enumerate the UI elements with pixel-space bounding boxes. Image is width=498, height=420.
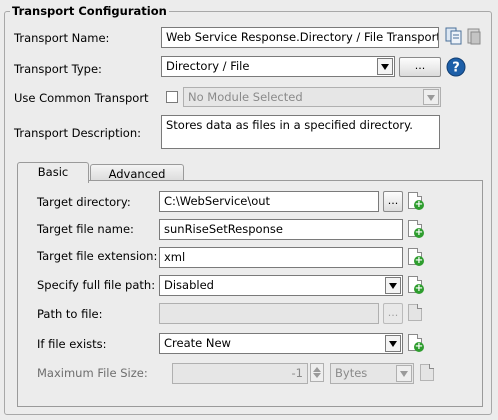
copy-icon[interactable] [445, 27, 463, 45]
paste-icon[interactable] [465, 27, 483, 45]
add-document-icon [408, 304, 422, 321]
add-document-icon [420, 364, 434, 381]
use-common-transport-checkbox[interactable] [166, 91, 178, 103]
common-transport-value: No Module Selected [188, 90, 303, 104]
target-directory-input[interactable]: C:\WebService\out [159, 191, 379, 212]
chevron-down-icon[interactable] [385, 335, 401, 352]
spinner-up-icon [313, 367, 321, 372]
target-file-extension-input[interactable]: xml [159, 247, 403, 268]
section-title: Transport Configuration [10, 4, 169, 18]
if-file-exists-label: If file exists: [37, 337, 107, 351]
if-file-exists-select[interactable]: Create New [159, 333, 403, 354]
target-file-name-input[interactable]: sunRiseSetResponse [159, 219, 403, 240]
chevron-down-icon[interactable] [377, 58, 393, 75]
common-transport-select: No Module Selected [183, 87, 441, 107]
path-to-file-input [159, 303, 379, 324]
transport-description-textarea[interactable]: Stores data as files in a specified dire… [161, 115, 440, 149]
transport-type-value: Directory / File [166, 59, 250, 73]
help-icon[interactable]: ? [446, 57, 466, 77]
path-to-file-label: Path to file: [37, 307, 103, 321]
chevron-down-icon[interactable] [385, 277, 401, 294]
chevron-down-icon [396, 365, 412, 382]
maximum-file-size-unit-value: Bytes [335, 366, 368, 380]
maximum-file-size-spinner [310, 363, 324, 382]
tab-basic[interactable]: Basic [17, 162, 89, 183]
maximum-file-size-input: -1 [172, 363, 308, 384]
target-directory-label: Target directory: [37, 195, 131, 209]
transport-type-select[interactable]: Directory / File [161, 56, 395, 77]
specify-full-file-path-label: Specify full file path: [37, 278, 156, 292]
transport-name-label: Transport Name: [14, 31, 110, 45]
transport-type-browse-button[interactable]: ... [399, 57, 441, 77]
svg-text:?: ? [452, 61, 460, 76]
if-file-exists-value: Create New [164, 336, 231, 350]
maximum-file-size-label: Maximum File Size: [37, 366, 148, 380]
target-file-extension-label: Target file extension: [37, 249, 158, 263]
transport-name-input[interactable]: Web Service Response.Directory / File Tr… [161, 27, 439, 48]
add-document-icon[interactable]: + [408, 192, 424, 210]
target-file-name-label: Target file name: [37, 222, 134, 236]
add-document-icon[interactable]: + [408, 220, 424, 238]
chevron-down-icon [423, 89, 439, 105]
transport-type-label: Transport Type: [14, 62, 102, 76]
spinner-down-icon [313, 373, 321, 378]
transport-description-label: Transport Description: [14, 126, 141, 140]
target-directory-browse-button[interactable]: ... [383, 191, 403, 212]
specify-full-file-path-value: Disabled [164, 278, 214, 292]
add-document-icon[interactable]: + [408, 276, 424, 294]
use-common-transport-label: Use Common Transport [14, 91, 149, 105]
specify-full-file-path-select[interactable]: Disabled [159, 275, 403, 296]
add-document-icon[interactable]: + [408, 248, 424, 266]
path-to-file-browse-button: ... [383, 303, 403, 324]
add-document-icon[interactable]: + [408, 334, 424, 352]
maximum-file-size-unit-select: Bytes [330, 363, 414, 384]
